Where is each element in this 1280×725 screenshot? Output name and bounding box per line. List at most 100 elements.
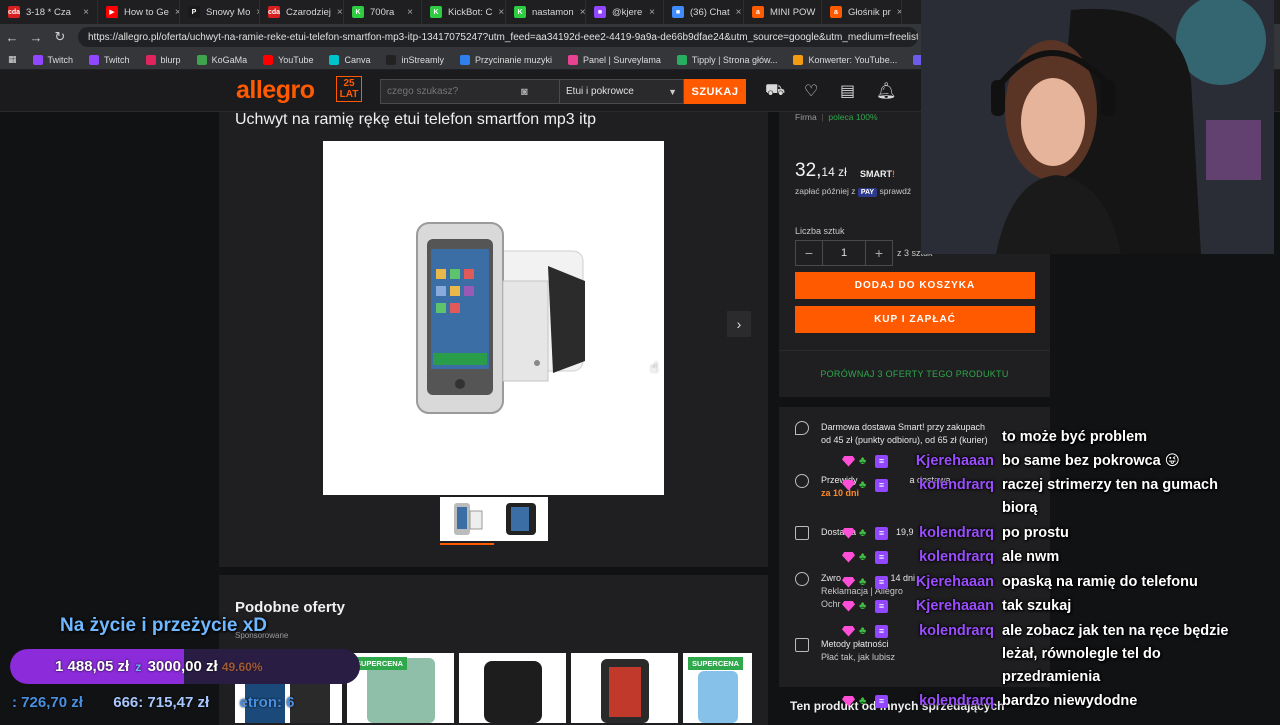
leaf-badge-icon: ♣ — [859, 527, 867, 539]
bookmark-label: Konwerter: YouTube... — [808, 54, 898, 65]
browser-tab[interactable]: ■ @kjere × — [586, 0, 664, 24]
pay-check-link[interactable]: sprawdź — [879, 186, 911, 196]
pay-badge: PAY — [857, 188, 878, 197]
close-icon[interactable]: × — [736, 7, 742, 18]
bookmark-item[interactable]: inStreamly — [386, 54, 444, 65]
tab-label: @kjere — [612, 6, 643, 18]
chat-username[interactable]: Kjerehaaan — [902, 453, 1002, 469]
donation-separator: z — [135, 660, 142, 674]
tab-favicon-icon: ■ — [672, 6, 684, 18]
sub-badge-icon: ≡ — [875, 526, 888, 540]
add-to-cart-button[interactable]: DODAJ DO KOSZYKA — [795, 272, 1035, 299]
close-icon[interactable]: × — [337, 7, 343, 18]
quantity-input[interactable]: 1 — [822, 241, 866, 265]
chat-username[interactable]: kolendrarq — [902, 549, 1002, 565]
tab-favicon-icon: ▶ — [106, 6, 118, 18]
tab-label: How to Ge — [124, 6, 169, 18]
apps-icon[interactable]: ▦ — [8, 54, 17, 65]
chat-message: ♣ ≡ kolendrarq raczej strimerzy ten na guma… — [838, 473, 1218, 497]
next-image-button[interactable]: › — [727, 311, 751, 337]
bookmark-item[interactable]: Canva — [329, 54, 370, 65]
bookmark-favicon-icon — [386, 54, 397, 65]
back-icon[interactable]: ← — [0, 30, 24, 45]
leaf-badge-icon: ♣ — [859, 695, 867, 707]
browser-tab[interactable]: K KickBot: C × — [422, 0, 506, 24]
url-field[interactable]: https://allegro.pl/oferta/uchwyt-na-rami… — [78, 27, 918, 47]
bookmark-item[interactable]: Tipply | Strona głów... — [676, 54, 777, 65]
offer-card-4[interactable] — [571, 653, 678, 723]
browser-tab[interactable]: ■ (36) Chat × — [664, 0, 744, 24]
chat-username[interactable]: kolendrarq — [902, 525, 1002, 541]
close-icon[interactable]: × — [498, 7, 504, 18]
chat-username[interactable]: Kjerehaaan — [902, 574, 1002, 590]
search-box[interactable]: ◙ — [380, 79, 560, 104]
smart-label: SMART — [860, 169, 892, 179]
buy-now-button[interactable]: KUP I ZAPŁAĆ — [795, 306, 1035, 333]
browser-tab[interactable]: cda 3-18 * Cza × — [0, 0, 98, 24]
bookmark-item[interactable]: Panel | Surveylama — [568, 54, 661, 65]
donor-amount-1: : 726,70 zł — [12, 694, 83, 711]
chat-message: ♣ ≡ Kjerehaaan bo same bez pokrowca 😜 — [838, 449, 1180, 473]
minus-icon[interactable]: − — [796, 241, 822, 265]
bookmark-item[interactable]: Twitch — [89, 54, 130, 65]
sub-badge-icon: ≡ — [875, 550, 888, 564]
chat-username[interactable]: kolendrarq — [902, 693, 1002, 709]
seller-recommend[interactable]: poleca 100% — [828, 112, 877, 122]
browser-tab[interactable]: a Głośnik pr × — [822, 0, 902, 24]
bookmark-item[interactable]: Twitch — [32, 54, 73, 65]
browser-tab[interactable]: cda Czarodziej × — [260, 0, 344, 24]
search-button[interactable]: SZUKAJ — [684, 79, 746, 104]
leaf-badge-icon: ♣ — [859, 600, 867, 612]
chat-username[interactable]: kolendrarq — [902, 477, 1002, 493]
browser-tab[interactable]: ▶How to Ge× — [98, 0, 180, 24]
close-icon[interactable]: × — [407, 7, 413, 18]
bookmark-item[interactable]: blurp — [145, 54, 181, 65]
bookmark-label: blurp — [160, 54, 181, 65]
browser-tab[interactable]: K 700ra × — [344, 0, 422, 24]
bookmark-favicon-icon — [793, 54, 804, 65]
tab-favicon-icon: cda — [8, 6, 20, 18]
category-select[interactable]: Etui i pokrowce ▼ — [560, 79, 684, 104]
tab-label: nastamon — [532, 6, 574, 18]
tab-label: Snowy Mo — [206, 6, 251, 18]
active-thumbnail-indicator — [440, 543, 494, 545]
truck-icon[interactable]: ⛟ — [765, 81, 785, 101]
sub-badge-icon: ≡ — [875, 624, 888, 638]
chat-badges: ♣ ≡ — [838, 478, 902, 492]
bookmark-item[interactable]: KoGaMa — [196, 54, 247, 65]
bell-icon[interactable]: 🔔︎ — [876, 81, 896, 101]
heart-icon[interactable]: ♡ — [804, 81, 818, 101]
thumbnail-2[interactable] — [494, 497, 548, 541]
plus-icon[interactable]: + — [866, 241, 892, 265]
camera-icon[interactable]: ◙ — [521, 86, 528, 98]
allegro-logo[interactable]: allegro — [236, 76, 315, 105]
chat-icon[interactable]: ▤ — [840, 81, 855, 101]
chevron-down-icon: ▼ — [668, 86, 677, 97]
product-photo[interactable] — [323, 141, 664, 495]
compare-offers-link[interactable]: PORÓWNAJ 3 OFERTY TEGO PRODUKTU — [779, 350, 1050, 397]
chat-text: ale nwm — [1002, 549, 1060, 565]
chat-username[interactable]: Kjerehaaan — [902, 598, 1002, 614]
chat-text: bardzo niewydodne — [1002, 693, 1138, 709]
search-input[interactable] — [387, 86, 517, 97]
bookmark-item[interactable]: Przycinanie muzyki — [460, 54, 552, 65]
chat-text: przedramienia — [1002, 669, 1101, 685]
chat-badges: ♣ ≡ — [838, 454, 902, 468]
browser-tab[interactable]: Knastamon × — [506, 0, 586, 24]
tab-favicon-icon: a — [752, 6, 764, 18]
bookmark-item[interactable]: YouTube — [263, 54, 313, 65]
reload-icon[interactable]: ↻ — [48, 29, 72, 45]
sub-badge-icon: ≡ — [875, 694, 888, 708]
chat-username[interactable]: kolendrarq — [902, 623, 1002, 639]
forward-icon[interactable]: → — [24, 30, 48, 45]
close-icon[interactable]: × — [897, 7, 901, 18]
chat-text: bo same bez pokrowca 😜 — [1002, 453, 1180, 469]
offer-card-3[interactable] — [459, 653, 566, 723]
close-icon[interactable]: × — [580, 7, 585, 18]
close-icon[interactable]: × — [83, 7, 89, 18]
close-icon[interactable]: × — [649, 7, 655, 18]
browser-tab[interactable]: PSnowy Mo× — [180, 0, 260, 24]
thumbnail-1[interactable] — [440, 497, 494, 541]
browser-tab[interactable]: aMINI POW× — [744, 0, 822, 24]
bookmark-item[interactable]: Konwerter: YouTube... — [793, 54, 898, 65]
